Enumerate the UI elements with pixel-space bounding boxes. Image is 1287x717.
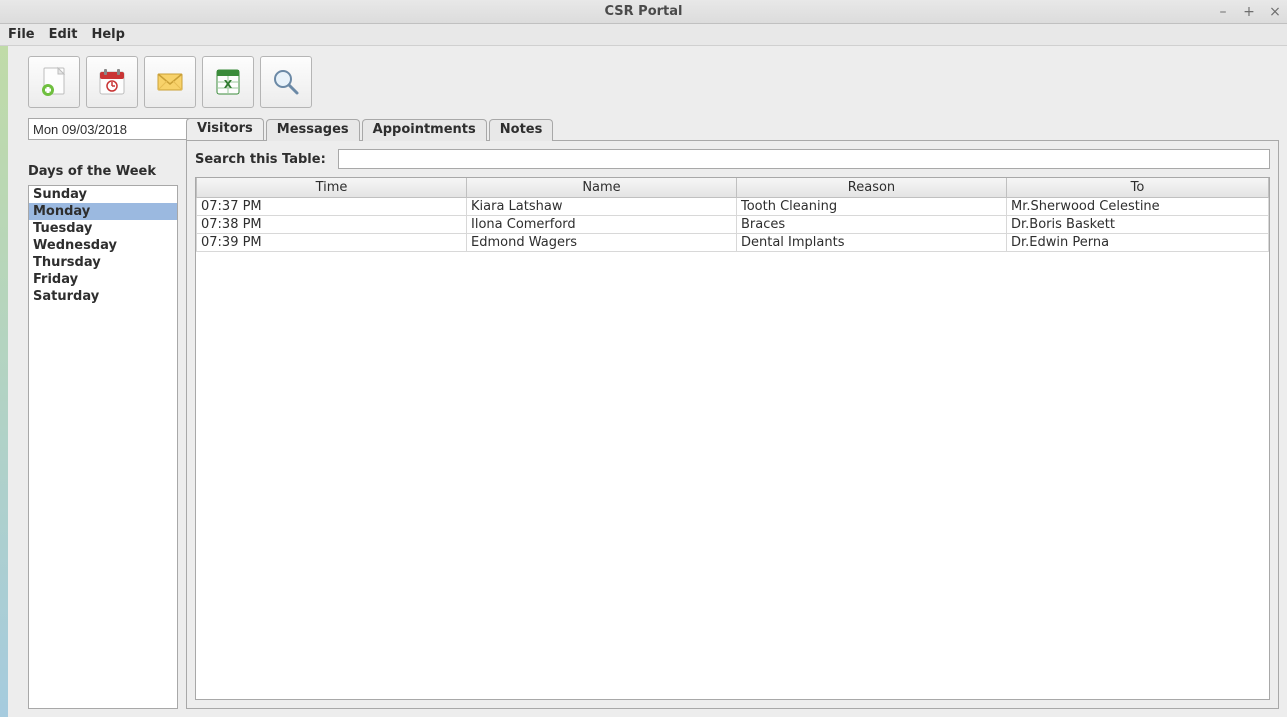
cell-time: 07:37 PM — [197, 198, 467, 216]
cell-name: Edmond Wagers — [467, 234, 737, 252]
main-area: 🔑 Days of the Week SundayMondayTuesdayWe… — [0, 118, 1287, 717]
tab-panel: Search this Table: TimeNameReasonTo 07:3… — [186, 140, 1279, 709]
svg-text:X: X — [224, 78, 233, 91]
cell-time: 07:38 PM — [197, 216, 467, 234]
close-button[interactable]: × — [1267, 4, 1283, 20]
visitors-grid[interactable]: TimeNameReasonTo 07:37 PMKiara LatshawTo… — [195, 177, 1270, 700]
calendar-button[interactable] — [86, 56, 138, 108]
tabs: VisitorsMessagesAppointmentsNotes — [186, 118, 1279, 140]
window-title: CSR Portal — [605, 4, 683, 19]
mail-icon — [153, 65, 187, 99]
table-row[interactable]: 07:37 PMKiara LatshawTooth CleaningMr.Sh… — [197, 198, 1269, 216]
day-item[interactable]: Saturday — [29, 288, 177, 305]
minimize-button[interactable]: – — [1215, 4, 1231, 20]
day-item[interactable]: Monday — [29, 203, 177, 220]
tab-notes[interactable]: Notes — [489, 119, 554, 141]
excel-icon: X — [211, 65, 245, 99]
day-item[interactable]: Thursday — [29, 254, 177, 271]
search-label: Search this Table: — [195, 152, 326, 167]
new-doc-icon — [37, 65, 71, 99]
search-button[interactable] — [260, 56, 312, 108]
column-header[interactable]: To — [1007, 178, 1269, 198]
menu-edit[interactable]: Edit — [49, 27, 78, 42]
day-item[interactable]: Wednesday — [29, 237, 177, 254]
maximize-button[interactable]: + — [1241, 4, 1257, 20]
column-header[interactable]: Name — [467, 178, 737, 198]
excel-button[interactable]: X — [202, 56, 254, 108]
column-header[interactable]: Reason — [737, 178, 1007, 198]
menu-help[interactable]: Help — [91, 27, 124, 42]
tab-appointments[interactable]: Appointments — [362, 119, 487, 141]
menu-file[interactable]: File — [8, 27, 35, 42]
cell-to: Dr.Boris Baskett — [1007, 216, 1269, 234]
day-item[interactable]: Tuesday — [29, 220, 177, 237]
cell-to: Mr.Sherwood Celestine — [1007, 198, 1269, 216]
tab-messages[interactable]: Messages — [266, 119, 360, 141]
calendar-icon — [95, 65, 129, 99]
search-icon — [269, 65, 303, 99]
toolbar: X — [0, 46, 1287, 118]
day-item[interactable]: Friday — [29, 271, 177, 288]
cell-reason: Dental Implants — [737, 234, 1007, 252]
table-row[interactable]: 07:39 PMEdmond WagersDental ImplantsDr.E… — [197, 234, 1269, 252]
days-list[interactable]: SundayMondayTuesdayWednesdayThursdayFrid… — [28, 185, 178, 709]
new-button[interactable] — [28, 56, 80, 108]
cell-reason: Braces — [737, 216, 1007, 234]
left-column: 🔑 Days of the Week SundayMondayTuesdayWe… — [28, 118, 178, 709]
table-row[interactable]: 07:38 PMIlona ComerfordBracesDr.Boris Ba… — [197, 216, 1269, 234]
cell-time: 07:39 PM — [197, 234, 467, 252]
cell-to: Dr.Edwin Perna — [1007, 234, 1269, 252]
left-edge-decoration — [0, 46, 8, 717]
day-item[interactable]: Sunday — [29, 186, 177, 203]
mail-button[interactable] — [144, 56, 196, 108]
right-column: VisitorsMessagesAppointmentsNotes Search… — [186, 118, 1279, 709]
menubar: File Edit Help — [0, 24, 1287, 46]
column-header[interactable]: Time — [197, 178, 467, 198]
search-input[interactable] — [338, 149, 1270, 169]
cell-name: Ilona Comerford — [467, 216, 737, 234]
tab-visitors[interactable]: Visitors — [186, 118, 264, 140]
cell-reason: Tooth Cleaning — [737, 198, 1007, 216]
cell-name: Kiara Latshaw — [467, 198, 737, 216]
titlebar: CSR Portal – + × — [0, 0, 1287, 24]
days-label: Days of the Week — [28, 164, 178, 179]
